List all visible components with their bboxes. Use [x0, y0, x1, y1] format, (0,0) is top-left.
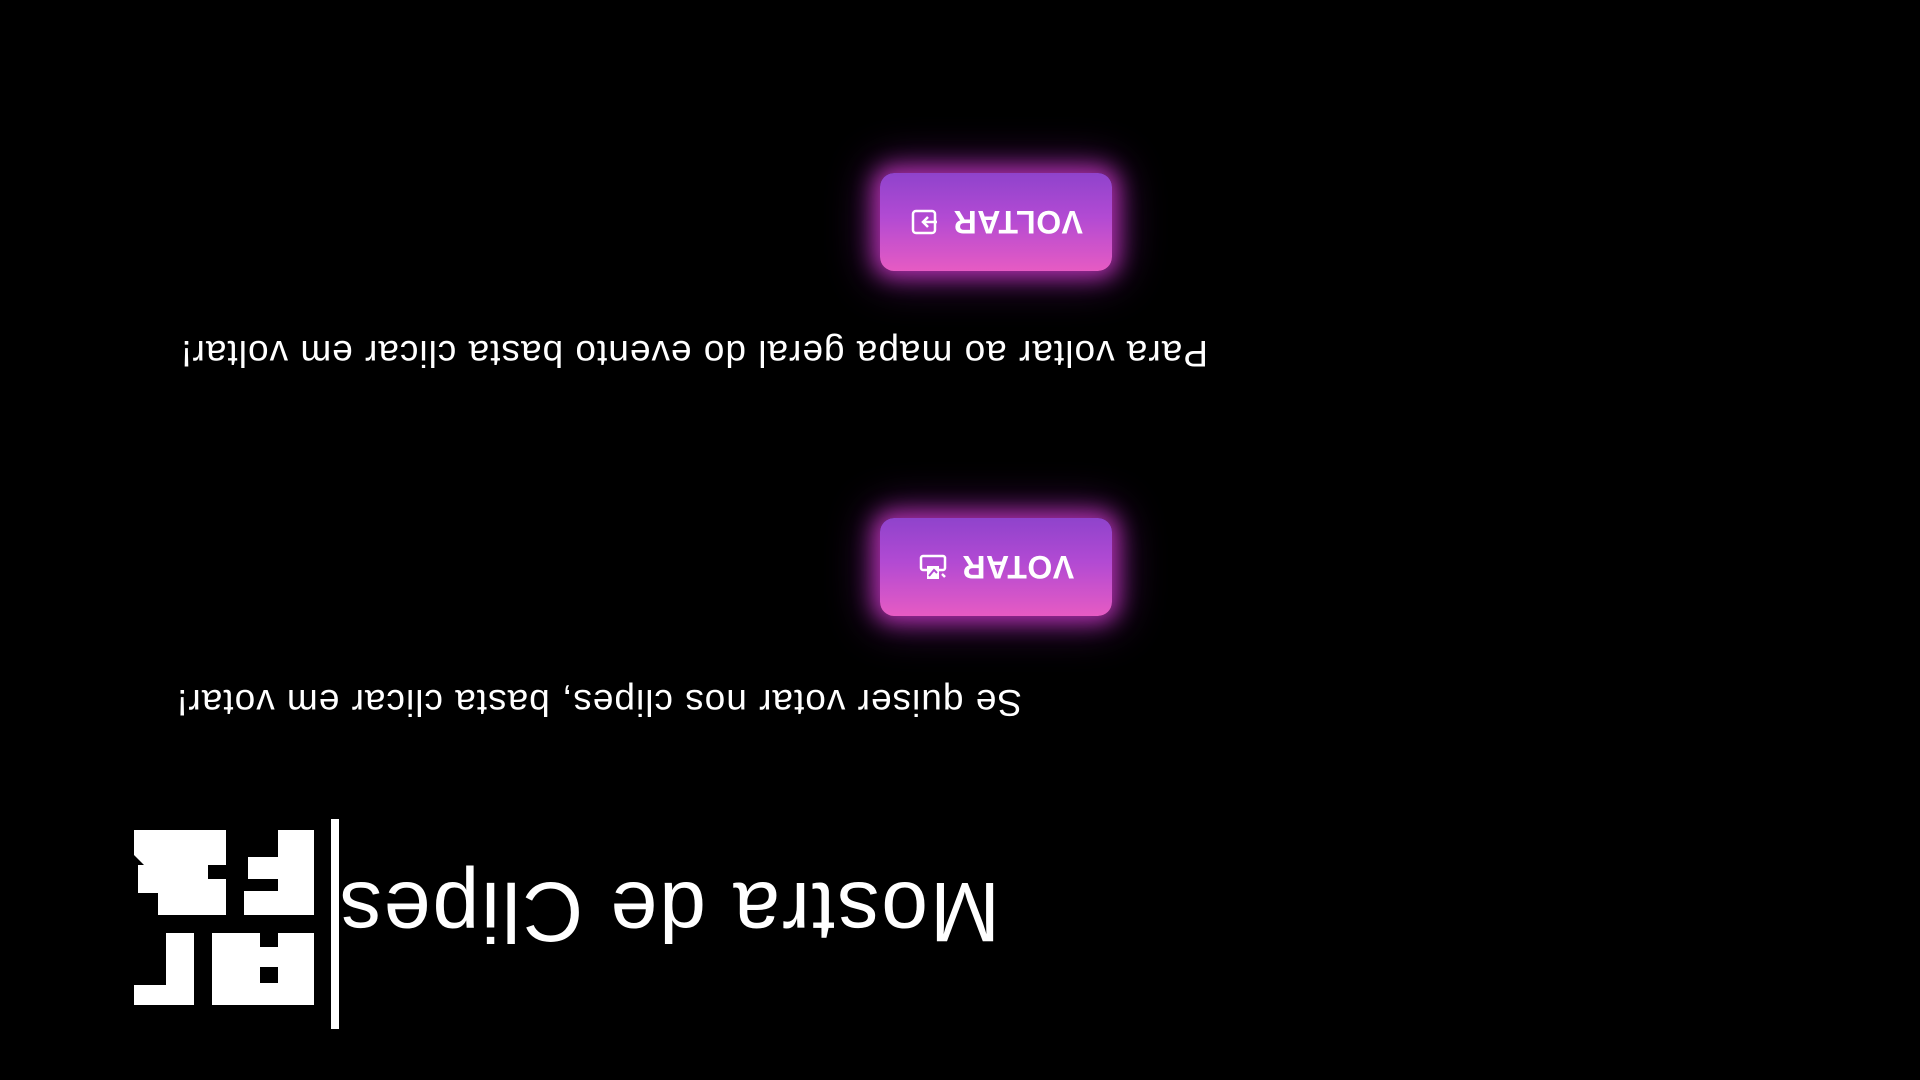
vote-button-label: VOTAR: [961, 549, 1075, 586]
back-button[interactable]: VOLTAR: [880, 173, 1112, 271]
page-title: Mostra de Clipes: [337, 865, 1000, 959]
vote-message: Se quiser votar nos clipes, basta clicar…: [176, 682, 1022, 723]
ballot-icon: [918, 552, 948, 582]
vote-button[interactable]: VOTAR: [880, 518, 1112, 616]
exit-icon: [909, 207, 939, 237]
back-button-label: VOLTAR: [953, 204, 1083, 241]
screen: Mostra de Clipes Se quiser votar nos cli…: [0, 0, 1920, 1080]
logo-icon: [134, 830, 314, 1005]
back-message: Para voltar ao mapa geral do evento bast…: [180, 333, 1208, 374]
